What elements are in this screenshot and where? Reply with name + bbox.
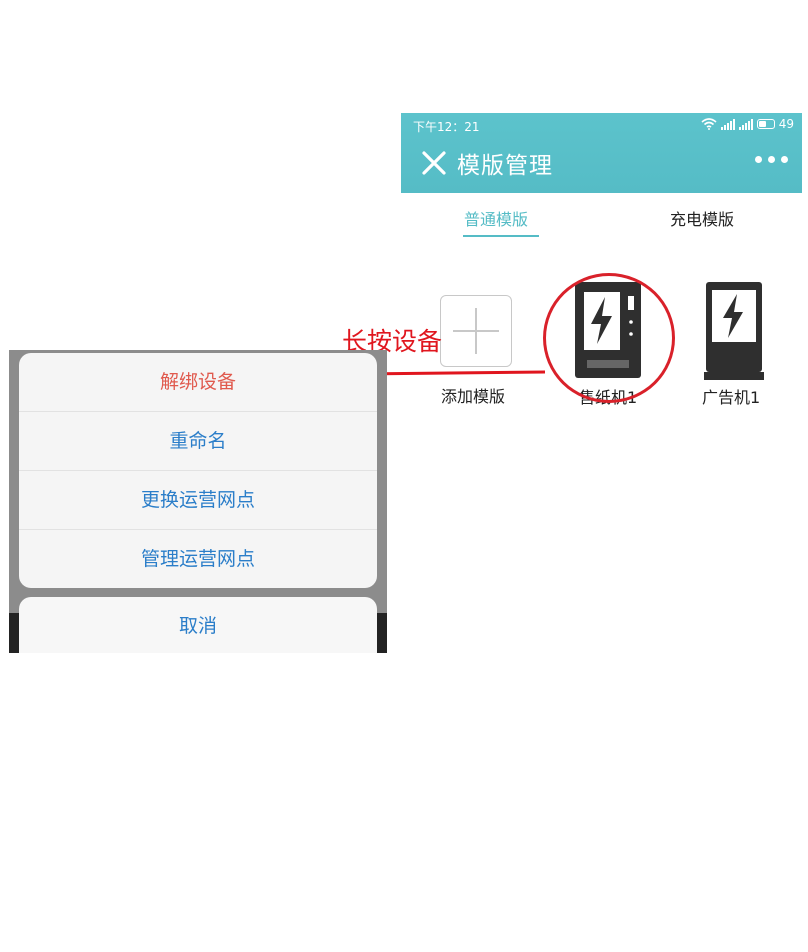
battery-level: 49	[778, 117, 794, 131]
app-header: 下午12：21 49 模版管理	[401, 113, 802, 193]
more-dots-icon[interactable]	[755, 156, 788, 163]
cancel-button[interactable]: 取消	[19, 597, 377, 653]
status-time: 下午12：21	[413, 120, 480, 134]
tab-normal-template[interactable]: 普通模版	[464, 206, 528, 230]
ad-machine-label: 广告机1	[702, 388, 761, 407]
change-outlet-option[interactable]: 更换运营网点	[19, 471, 377, 530]
status-icons: 49	[701, 117, 794, 131]
highlight-circle	[543, 273, 675, 403]
action-sheet: 解绑设备 重命名 更换运营网点 管理运营网点	[19, 353, 377, 588]
page-title: 模版管理	[457, 153, 553, 179]
ad-machine-icon[interactable]	[704, 282, 764, 380]
close-icon[interactable]	[421, 150, 447, 176]
tab-charge-template[interactable]: 充电模版	[670, 206, 734, 230]
rename-option[interactable]: 重命名	[19, 412, 377, 471]
wifi-icon	[701, 118, 717, 130]
battery-icon	[756, 119, 775, 129]
signal-icon-2	[738, 118, 753, 130]
unbind-device-option[interactable]: 解绑设备	[19, 353, 377, 412]
signal-icon	[720, 118, 735, 130]
manage-outlet-option[interactable]: 管理运营网点	[19, 530, 377, 588]
active-tab-indicator	[463, 235, 539, 237]
